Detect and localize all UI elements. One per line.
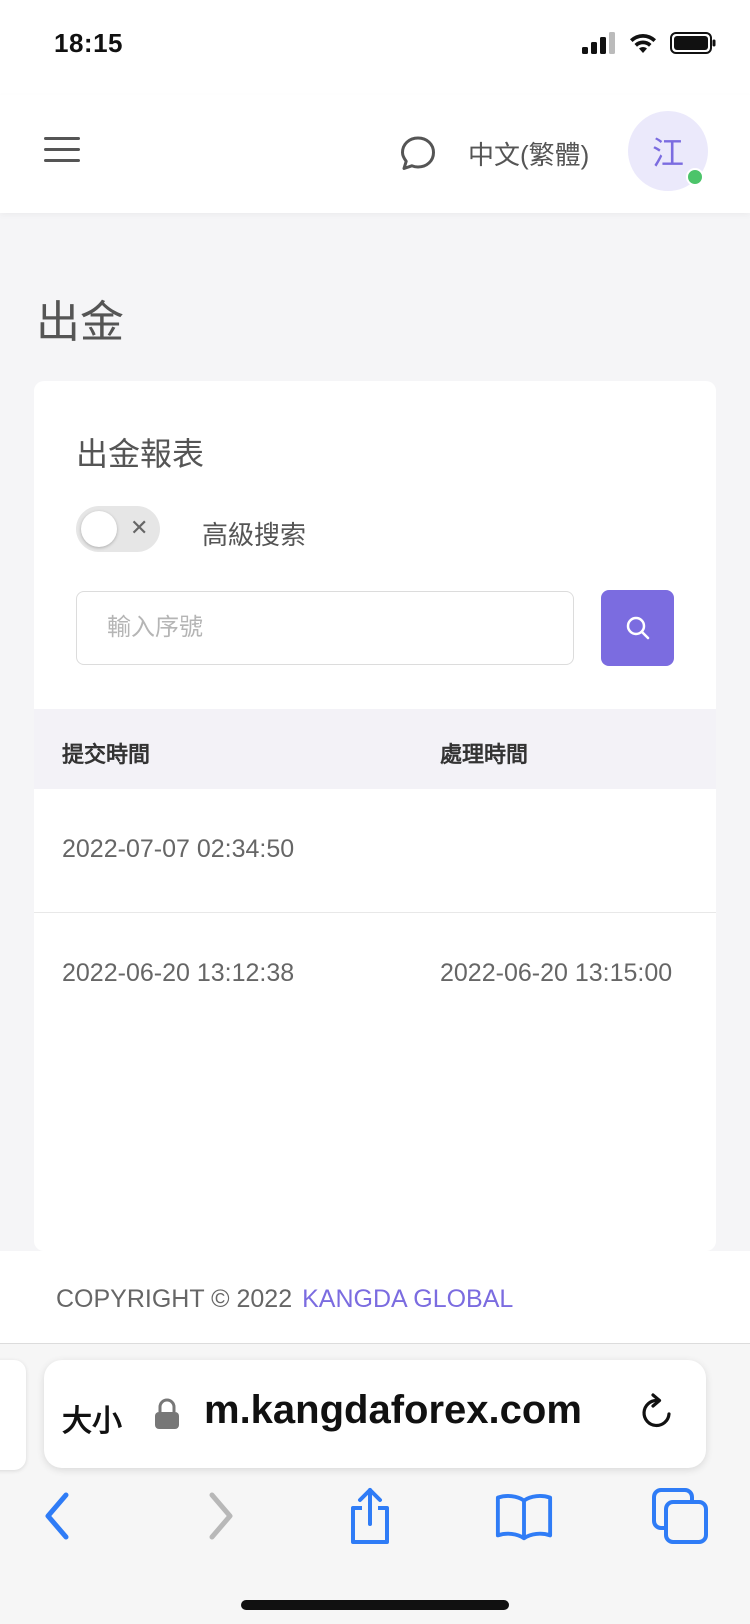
table-row[interactable]: 2022-07-07 02:34:50 (34, 789, 716, 913)
status-bar: 18:15 (0, 0, 750, 95)
page-title: 出金 (36, 297, 124, 348)
copyright-text: COPYRIGHT © 2022 KANGDA GLOBAL (56, 1285, 513, 1314)
bookmarks-book-icon[interactable] (494, 1484, 554, 1548)
advanced-search-label: 高級搜索 (202, 520, 307, 550)
previous-tab-preview[interactable] (0, 1360, 26, 1470)
share-icon[interactable] (340, 1484, 400, 1548)
table-row[interactable]: 2022-06-20 13:12:38 2022-06-20 13:15:00 (34, 913, 716, 1037)
table-header: 提交時間 處理時間 (34, 709, 716, 789)
url-text[interactable]: m.kangdaforex.com (204, 1388, 582, 1433)
chat-bubble-icon[interactable] (398, 133, 438, 173)
back-arrow-icon[interactable] (28, 1484, 88, 1548)
wifi-icon (630, 33, 656, 53)
processed-time-cell: 2022-06-20 13:15:00 (440, 959, 673, 987)
home-indicator[interactable] (241, 1600, 509, 1610)
forward-arrow-icon[interactable] (190, 1484, 250, 1548)
hamburger-menu-icon[interactable] (44, 137, 80, 165)
top-header: 中文(繁體) 江 (0, 95, 750, 213)
lock-icon (155, 1398, 179, 1429)
status-time: 18:15 (54, 28, 123, 58)
column-header-submitted-time: 提交時間 (62, 742, 151, 767)
search-button[interactable] (601, 590, 674, 666)
browser-chrome: 大小 m.kangdaforex.com (0, 1344, 750, 1624)
address-bar[interactable]: 大小 m.kangdaforex.com (44, 1360, 706, 1468)
copyright-label: COPYRIGHT © 2022 (56, 1285, 293, 1313)
reload-icon[interactable] (638, 1392, 676, 1432)
close-x-icon: ✕ (130, 515, 149, 540)
card-title: 出金報表 (76, 435, 205, 473)
cellular-signal-icon (582, 32, 615, 54)
page-footer: COPYRIGHT © 2022 KANGDA GLOBAL (0, 1251, 750, 1344)
online-status-dot (686, 168, 704, 186)
toggle-knob (81, 511, 117, 547)
advanced-search-toggle[interactable]: ✕ (76, 506, 160, 552)
battery-icon (670, 32, 716, 54)
status-icons (582, 32, 716, 54)
submitted-time-cell: 2022-06-20 13:12:38 (62, 959, 295, 987)
withdrawal-report-card: 出金報表 ✕ 高級搜索 提交時間 處理時間 2022-07-07 02:34:5… (34, 381, 716, 1251)
browser-toolbar (0, 1484, 750, 1564)
text-size-button[interactable]: 大小 (62, 1396, 122, 1440)
submitted-time-cell: 2022-07-07 02:34:50 (62, 835, 295, 863)
column-header-processed-time: 處理時間 (440, 742, 529, 767)
brand-link[interactable]: KANGDA GLOBAL (302, 1285, 513, 1313)
language-selector[interactable]: 中文(繁體) (468, 135, 589, 172)
search-icon (626, 616, 649, 640)
serial-number-search-input[interactable] (76, 591, 574, 665)
tabs-overview-icon[interactable] (650, 1484, 710, 1548)
